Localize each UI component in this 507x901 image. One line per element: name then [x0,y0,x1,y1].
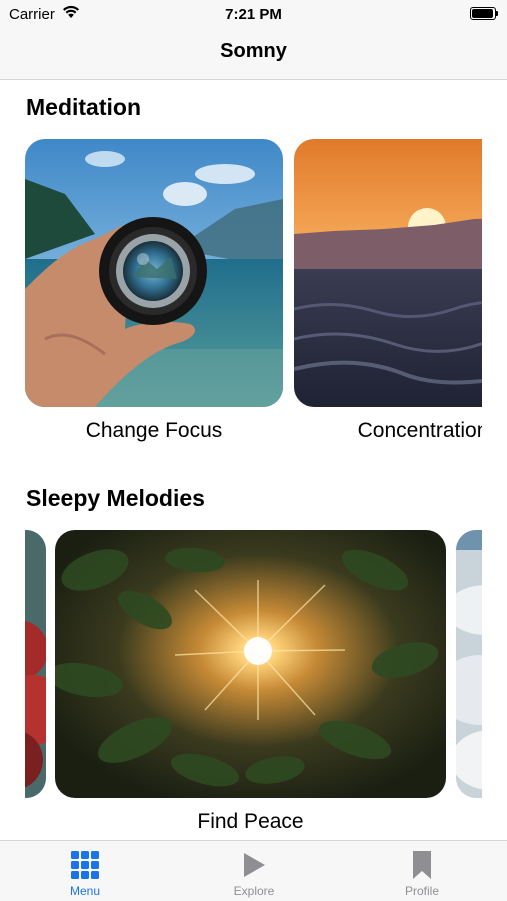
tab-bar: Menu Explore Profile [0,840,507,901]
card-find-peace[interactable] [55,530,446,798]
tab-menu[interactable]: Menu [35,841,135,901]
clouds-photo [456,530,482,798]
card-label[interactable]: Find Peace [55,810,446,834]
bookmark-icon [413,851,431,879]
tab-label: Menu [69,884,101,898]
card-autumn-tree[interactable] [25,530,46,798]
sleepy-melodies-carousel[interactable]: Find Peace [25,0,482,840]
tab-label: Explore [233,884,275,898]
play-icon [244,853,265,877]
sunlight-through-leaves-photo [55,530,446,798]
tab-explore[interactable]: Explore [204,841,304,901]
tab-label: Profile [404,884,439,898]
tab-profile[interactable]: Profile [372,841,472,901]
grid-icon [71,851,99,879]
autumn-tree-photo [25,530,46,798]
card-clouds[interactable] [456,530,482,798]
